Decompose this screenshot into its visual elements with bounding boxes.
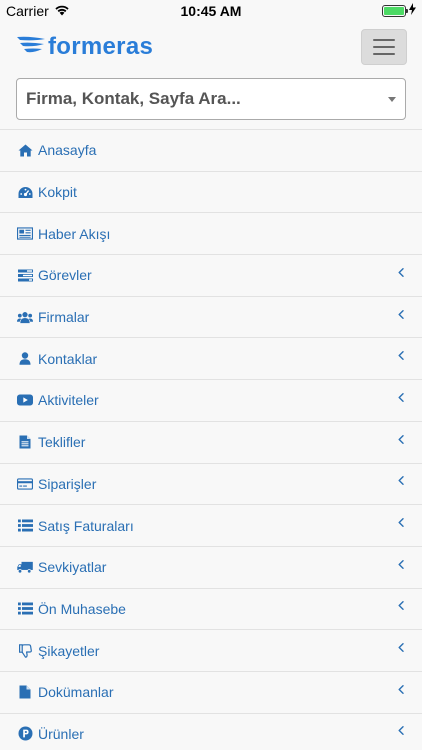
status-bar: Carrier 10:45 AM <box>0 0 422 22</box>
sidebar-item-firmalar[interactable]: Firmalar <box>0 297 422 339</box>
hamburger-icon-bar <box>373 53 395 55</box>
list-icon <box>17 601 33 617</box>
app-header: formeras <box>0 22 422 72</box>
chevron-left-icon <box>396 684 406 694</box>
sidebar-item-urunler[interactable]: Ürünler <box>0 714 422 750</box>
search-placeholder: Firma, Kontak, Sayfa Ara... <box>26 89 241 108</box>
youtube-icon <box>17 392 33 408</box>
sidebar-item-label: Kokpit <box>38 184 77 201</box>
chevron-left-icon <box>396 476 406 486</box>
chevron-left-icon <box>396 559 406 569</box>
sidebar-item-label: Aktiviteler <box>38 392 99 409</box>
sidebar-item-satis-faturalari[interactable]: Satış Faturaları <box>0 505 422 547</box>
chevron-left-icon <box>396 309 406 319</box>
sidebar-item-label: Dokümanlar <box>38 684 114 701</box>
sidebar-item-label: Firmalar <box>38 309 90 326</box>
sidebar-item-on-muhasebe[interactable]: Ön Muhasebe <box>0 589 422 631</box>
chevron-left-icon <box>396 726 406 736</box>
hamburger-menu-button[interactable] <box>361 29 407 65</box>
credit-card-icon <box>17 476 33 492</box>
sidebar-item-label: Şikayetler <box>38 642 100 659</box>
status-left: Carrier <box>6 3 70 19</box>
home-icon <box>17 142 33 158</box>
search-select[interactable]: Firma, Kontak, Sayfa Ara... <box>16 78 406 120</box>
list-icon <box>17 518 33 534</box>
hamburger-icon-bar <box>373 39 395 41</box>
chevron-left-icon <box>396 267 406 277</box>
logo-wing-icon <box>16 34 46 61</box>
chevron-left-icon <box>396 643 406 653</box>
chevron-left-icon <box>396 601 406 611</box>
sidebar-item-sikayetler[interactable]: Şikayetler <box>0 630 422 672</box>
battery-icon <box>382 5 408 17</box>
charging-icon <box>409 2 416 20</box>
logo-text: formeras <box>48 33 154 60</box>
sidebar-item-sevkiyatlar[interactable]: Sevkiyatlar <box>0 547 422 589</box>
dashboard-icon <box>17 184 33 200</box>
thumbs-down-icon <box>17 643 33 659</box>
chevron-left-icon <box>396 351 406 361</box>
user-icon <box>17 351 33 367</box>
newspaper-icon <box>17 226 33 242</box>
carrier-label: Carrier <box>6 3 49 19</box>
sidebar-item-label: Anasayfa <box>38 142 97 159</box>
sidebar-item-dokumanlar[interactable]: Dokümanlar <box>0 672 422 714</box>
sidebar-item-aktiviteler[interactable]: Aktiviteler <box>0 380 422 422</box>
chevron-left-icon <box>396 434 406 444</box>
sidebar-item-kontaklar[interactable]: Kontaklar <box>0 338 422 381</box>
formeras-logo[interactable]: formeras <box>16 33 153 61</box>
file-icon <box>17 684 33 700</box>
file-text-icon <box>17 434 33 450</box>
sidebar-item-kokpit[interactable]: Kokpit <box>0 172 422 214</box>
sidebar-item-siparisler[interactable]: Siparişler <box>0 464 422 506</box>
status-right <box>382 2 416 20</box>
sidebar-item-label: Ürünler <box>38 725 84 742</box>
sidebar-item-gorevler[interactable]: Görevler <box>0 255 422 297</box>
sidebar-item-label: Haber Akışı <box>38 225 111 242</box>
wifi-icon <box>54 3 70 19</box>
search-wrapper: Firma, Kontak, Sayfa Ara... <box>0 72 422 120</box>
users-icon <box>17 309 33 325</box>
sidebar-item-label: Ön Muhasebe <box>38 600 126 617</box>
sidebar-item-label: Kontaklar <box>38 350 98 367</box>
sidebar-item-haber-akisi[interactable]: Haber Akışı <box>0 213 422 256</box>
hamburger-icon-bar <box>373 46 395 48</box>
sidebar-item-label: Görevler <box>38 267 92 284</box>
sidebar-item-label: Satış Faturaları <box>38 517 134 534</box>
sidebar-item-teklifler[interactable]: Teklifler <box>0 422 422 464</box>
sidebar-item-anasayfa[interactable]: Anasayfa <box>0 130 422 172</box>
truck-icon <box>17 559 33 575</box>
tasks-icon <box>17 267 33 283</box>
caret-down-icon <box>388 96 396 102</box>
sidebar-item-label: Sevkiyatlar <box>38 559 107 576</box>
product-p-icon <box>17 726 33 742</box>
battery-level <box>384 7 404 15</box>
sidebar-item-label: Teklifler <box>38 434 86 451</box>
sidebar-item-label: Siparişler <box>38 475 97 492</box>
chevron-left-icon <box>396 518 406 528</box>
sidebar-menu: Anasayfa Kokpit Haber Akışı Görevler Firmala… <box>0 129 422 750</box>
chevron-left-icon <box>396 392 406 402</box>
